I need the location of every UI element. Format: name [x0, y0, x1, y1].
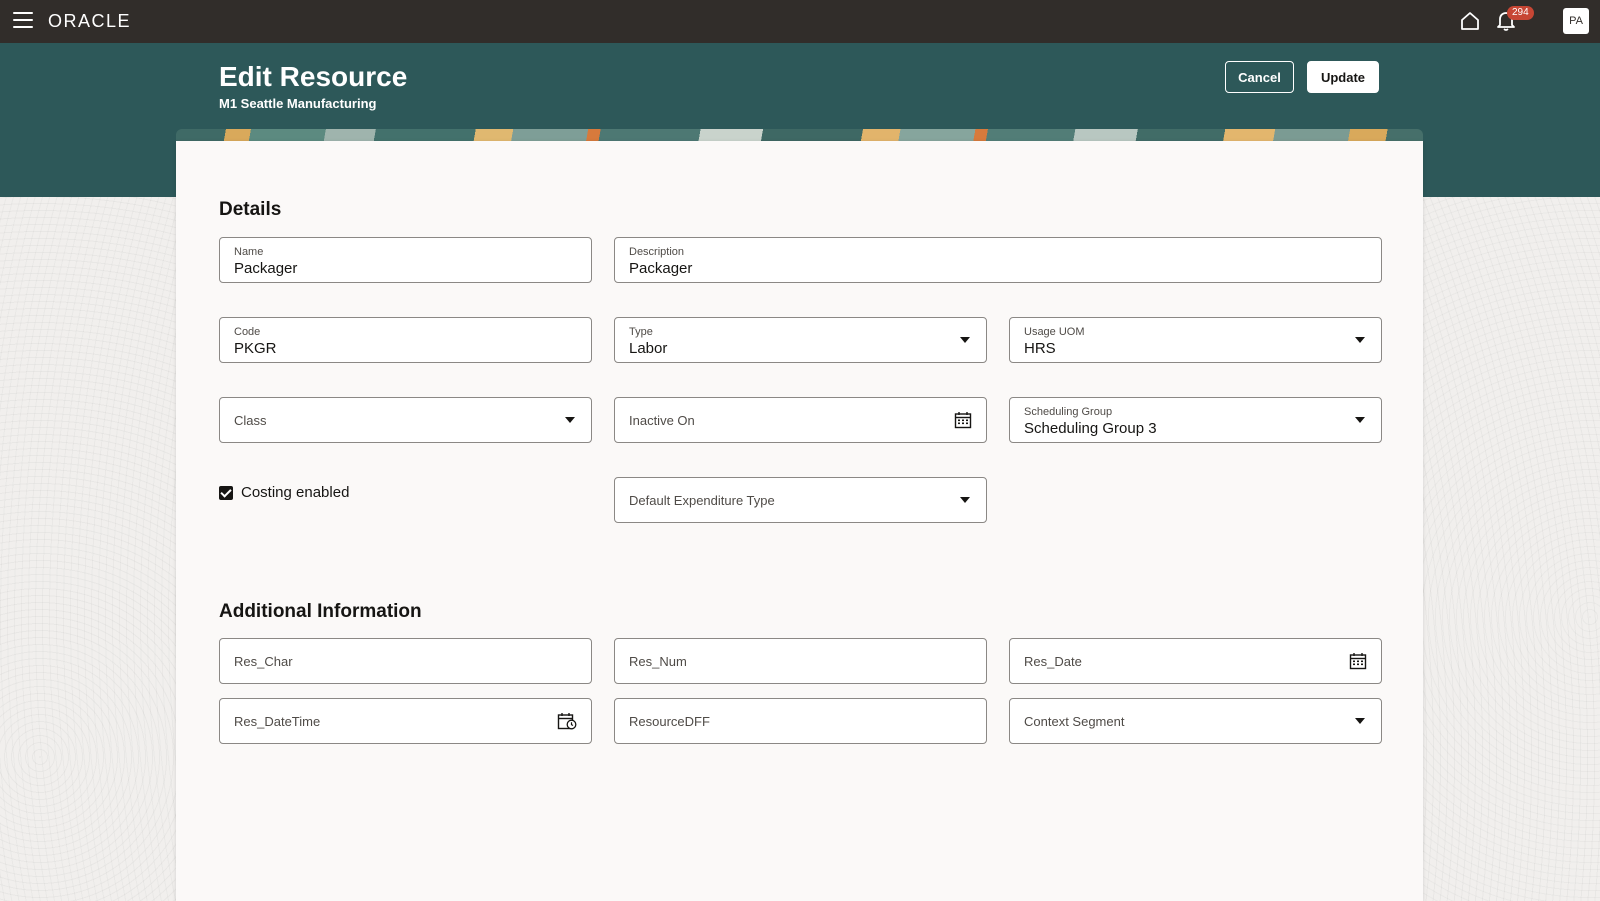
user-avatar[interactable]: PA: [1563, 8, 1589, 34]
res-num-placeholder: Res_Num: [629, 654, 687, 669]
calendar-icon[interactable]: [1349, 652, 1367, 675]
scheduling-group-select[interactable]: Scheduling Group Scheduling Group 3: [1009, 397, 1382, 443]
page-subtitle: M1 Seattle Manufacturing: [219, 96, 377, 111]
checkbox-checked-icon[interactable]: [219, 485, 233, 500]
res-date-field[interactable]: Res_Date: [1009, 638, 1382, 684]
scheduling-group-label: Scheduling Group: [1024, 406, 1113, 418]
class-select[interactable]: Class: [219, 397, 592, 443]
res-char-field[interactable]: Res_Char: [219, 638, 592, 684]
cancel-button[interactable]: Cancel: [1225, 61, 1294, 93]
global-header: ORACLE 294 PA: [0, 0, 1600, 43]
default-expenditure-type-select[interactable]: Default Expenditure Type: [614, 477, 987, 523]
notification-badge: 294: [1507, 6, 1534, 20]
update-button[interactable]: Update: [1307, 61, 1379, 93]
details-section-title: Details: [219, 199, 282, 220]
usage-uom-select[interactable]: Usage UOM HRS: [1009, 317, 1382, 363]
class-placeholder: Class: [234, 413, 267, 428]
res-datetime-field[interactable]: Res_DateTime: [219, 698, 592, 744]
additional-info-section-title: Additional Information: [219, 601, 422, 622]
decorative-banner: [176, 129, 1423, 141]
description-value: Packager: [629, 260, 693, 277]
chevron-down-icon[interactable]: [565, 417, 575, 423]
inactive-on-date-field[interactable]: Inactive On: [614, 397, 987, 443]
calendar-icon[interactable]: [954, 411, 972, 434]
name-field[interactable]: Name Packager: [219, 237, 592, 283]
calendar-clock-icon[interactable]: [557, 712, 577, 735]
scheduling-group-value: Scheduling Group 3: [1024, 420, 1157, 437]
menu-icon[interactable]: [13, 12, 33, 30]
chevron-down-icon[interactable]: [1355, 718, 1365, 724]
usage-uom-label: Usage UOM: [1024, 326, 1085, 338]
name-label: Name: [234, 246, 264, 258]
name-value: Packager: [234, 260, 298, 277]
context-segment-placeholder: Context Segment: [1024, 714, 1125, 729]
res-char-placeholder: Res_Char: [234, 654, 293, 669]
chevron-down-icon[interactable]: [1355, 417, 1365, 423]
code-value: PKGR: [234, 340, 277, 357]
inactive-on-placeholder: Inactive On: [629, 413, 695, 428]
chevron-down-icon[interactable]: [960, 497, 970, 503]
description-field[interactable]: Description Packager: [614, 237, 1382, 283]
chevron-down-icon[interactable]: [1355, 337, 1365, 343]
res-datetime-placeholder: Res_DateTime: [234, 714, 321, 729]
chevron-down-icon[interactable]: [960, 337, 970, 343]
page-title: Edit Resource: [219, 61, 408, 92]
type-label: Type: [629, 326, 653, 338]
costing-enabled-label: Costing enabled: [241, 484, 350, 501]
resource-dff-placeholder: ResourceDFF: [629, 714, 710, 729]
type-value: Labor: [629, 340, 668, 357]
code-field[interactable]: Code PKGR: [219, 317, 592, 363]
costing-enabled-checkbox[interactable]: Costing enabled: [219, 484, 349, 501]
code-label: Code: [234, 326, 261, 338]
res-num-field[interactable]: Res_Num: [614, 638, 987, 684]
resource-dff-field[interactable]: ResourceDFF: [614, 698, 987, 744]
res-date-placeholder: Res_Date: [1024, 654, 1082, 669]
context-segment-select[interactable]: Context Segment: [1009, 698, 1382, 744]
oracle-logo: ORACLE: [48, 11, 132, 31]
description-label: Description: [629, 246, 685, 258]
default-expenditure-type-placeholder: Default Expenditure Type: [629, 493, 775, 508]
usage-uom-value: HRS: [1024, 340, 1056, 357]
home-icon[interactable]: [1459, 10, 1481, 37]
type-select[interactable]: Type Labor: [614, 317, 987, 363]
